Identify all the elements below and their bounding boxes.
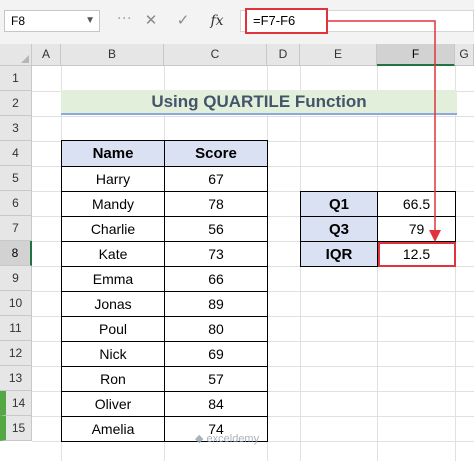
chevron-down-icon[interactable]: ▼ xyxy=(85,11,95,31)
name-cell[interactable]: Charlie xyxy=(61,216,165,242)
table-row: IQR 12.5 xyxy=(300,241,456,267)
score-cell[interactable]: 67 xyxy=(164,166,268,192)
column-header-f[interactable]: F xyxy=(377,44,455,66)
score-table: Name Score Harry 67 Mandy 78 Charlie 56 Kat… xyxy=(61,140,268,442)
score-cell[interactable]: 69 xyxy=(164,341,268,367)
column-header-e[interactable]: E xyxy=(300,44,377,66)
name-cell[interactable]: Poul xyxy=(61,316,165,342)
row-header-13[interactable]: 13 xyxy=(0,366,32,391)
table-row: Ron 57 xyxy=(61,366,268,392)
row-header-7[interactable]: 7 xyxy=(0,216,32,241)
name-box-value: F8 xyxy=(11,14,26,28)
name-cell[interactable]: Mandy xyxy=(61,191,165,217)
select-all-button[interactable] xyxy=(0,44,32,66)
name-header[interactable]: Name xyxy=(61,140,165,167)
row-header-6[interactable]: 6 xyxy=(0,191,32,216)
row-header-14[interactable]: 14 xyxy=(0,391,32,416)
score-cell[interactable]: 80 xyxy=(164,316,268,342)
q3-label[interactable]: Q3 xyxy=(300,216,378,242)
row-header-9[interactable]: 9 xyxy=(0,266,32,291)
table-row: Kate 73 xyxy=(61,241,268,267)
q1-label[interactable]: Q1 xyxy=(300,191,378,217)
name-box[interactable]: F8 ▼ xyxy=(4,10,100,32)
table-row: Mandy 78 xyxy=(61,191,268,217)
table-row: Q3 79 xyxy=(300,216,456,242)
sheet-title[interactable]: Using QUARTILE Function xyxy=(61,90,457,115)
row-header-12[interactable]: 12 xyxy=(0,341,32,366)
name-cell[interactable]: Oliver xyxy=(61,391,165,417)
name-cell[interactable]: Emma xyxy=(61,266,165,292)
column-header-a[interactable]: A xyxy=(32,44,61,66)
name-cell[interactable]: Harry xyxy=(61,166,165,192)
quartile-table: Q1 66.5 Q3 79 IQR 12.5 xyxy=(300,191,456,267)
insert-function-icon[interactable]: fx xyxy=(206,10,228,32)
row-header-3[interactable]: 3 xyxy=(0,116,32,141)
row-header-15[interactable]: 15 xyxy=(0,416,32,441)
column-header-c[interactable]: C xyxy=(164,44,267,66)
name-cell[interactable]: Ron xyxy=(61,366,165,392)
row-header-8[interactable]: 8 xyxy=(0,241,32,266)
row-header-5[interactable]: 5 xyxy=(0,166,32,191)
cancel-icon[interactable]: ✕ xyxy=(140,10,162,32)
row-header-10[interactable]: 10 xyxy=(0,291,32,316)
table-row: Charlie 56 xyxy=(61,216,268,242)
name-cell[interactable]: Jonas xyxy=(61,291,165,317)
gridline xyxy=(32,116,474,117)
row-header-2[interactable]: 2 xyxy=(0,91,32,116)
watermark-logo: ◆ exceldemy xyxy=(195,433,260,445)
more-icon: ⋮ xyxy=(117,11,133,24)
name-cell[interactable]: Nick xyxy=(61,341,165,367)
score-cell[interactable]: 66 xyxy=(164,266,268,292)
formula-bar: F8 ▼ ⋮ ✕ ✓ fx =F7-F6 xyxy=(0,0,474,45)
iqr-value[interactable]: 12.5 xyxy=(377,241,456,267)
score-cell[interactable]: 73 xyxy=(164,241,268,267)
q3-value[interactable]: 79 xyxy=(377,216,456,242)
name-cell[interactable]: Amelia xyxy=(61,416,165,442)
iqr-label[interactable]: IQR xyxy=(300,241,378,267)
score-cell[interactable]: 56 xyxy=(164,216,268,242)
score-cell[interactable]: 84 xyxy=(164,391,268,417)
q1-value[interactable]: 66.5 xyxy=(377,191,456,217)
column-header-g[interactable]: G xyxy=(455,44,474,66)
table-row: Nick 69 xyxy=(61,341,268,367)
table-row: Harry 67 xyxy=(61,166,268,192)
name-cell[interactable]: Kate xyxy=(61,241,165,267)
formula-input[interactable]: =F7-F6 xyxy=(245,8,328,34)
check-icon[interactable]: ✓ xyxy=(172,10,194,32)
column-header-b[interactable]: B xyxy=(61,44,164,66)
score-cell[interactable]: 57 xyxy=(164,366,268,392)
table-row: Poul 80 xyxy=(61,316,268,342)
score-cell[interactable]: 78 xyxy=(164,191,268,217)
row-header-4[interactable]: 4 xyxy=(0,141,32,166)
table-row: Emma 66 xyxy=(61,266,268,292)
table-row: Q1 66.5 xyxy=(300,191,456,217)
row-header-11[interactable]: 11 xyxy=(0,316,32,341)
score-cell[interactable]: 89 xyxy=(164,291,268,317)
table-row: Oliver 84 xyxy=(61,391,268,417)
column-header-d[interactable]: D xyxy=(267,44,300,66)
table-row: Jonas 89 xyxy=(61,291,268,317)
row-header-1[interactable]: 1 xyxy=(0,66,32,91)
score-header[interactable]: Score xyxy=(164,140,268,167)
